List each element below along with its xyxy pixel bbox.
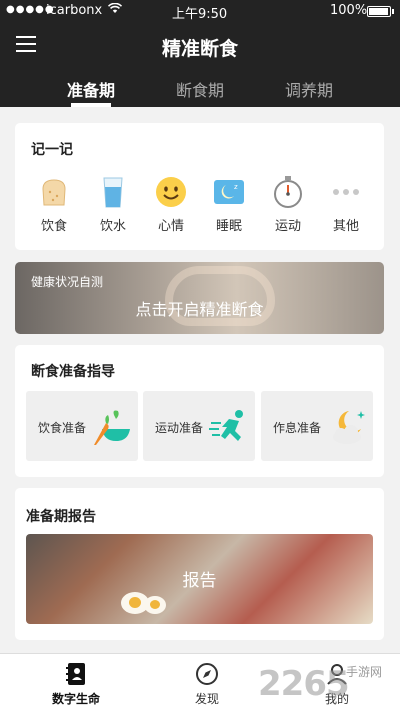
- prep-item-label: 运动准备: [155, 421, 204, 435]
- page-title: 精准断食: [161, 38, 238, 60]
- report-card-title: 准备期报告: [26, 509, 96, 525]
- battery-percent: 100%: [330, 3, 368, 18]
- record-item-label: 饮食: [40, 219, 67, 234]
- prep-item-label: 饮食准备: [38, 421, 87, 435]
- banner-text: 点击开启精准断食: [135, 300, 264, 319]
- watermark-logo: 2265: [258, 664, 350, 704]
- record-item-label: 饮水: [99, 219, 126, 234]
- running-icon: [209, 407, 249, 447]
- egg-yolk: [150, 600, 160, 609]
- banner-subtitle: 健康状况自测: [31, 275, 104, 289]
- report-image-button[interactable]: 报告: [26, 534, 373, 624]
- record-item-sleep[interactable]: z 睡眠: [204, 175, 254, 234]
- record-item-label: 心情: [157, 219, 184, 234]
- prep-guide-card: 断食准备指导 饮食准备 运动准备 作息准备: [15, 345, 384, 477]
- tab-preparation[interactable]: 准备期: [46, 77, 136, 101]
- record-item-label: 运动: [274, 219, 301, 234]
- carrier-name: icarbonx: [46, 3, 103, 18]
- tab-indicator: [71, 103, 111, 107]
- egg-yolk: [129, 597, 141, 608]
- nav-discover[interactable]: 发现: [167, 662, 247, 707]
- nav-label: 发现: [194, 692, 219, 706]
- phone-book-icon: [64, 662, 88, 686]
- fasting-start-banner[interactable]: 健康状况自测 点击开启精准断食: [15, 262, 384, 334]
- more-icon: [329, 175, 363, 209]
- svg-text:z: z: [234, 183, 238, 191]
- wifi-icon: [107, 2, 123, 17]
- record-item-other[interactable]: 其他: [321, 175, 371, 234]
- record-card-title: 记一记: [31, 142, 73, 158]
- record-item-food[interactable]: 饮食: [29, 175, 79, 234]
- battery-tip: [392, 9, 394, 14]
- compass-icon: [195, 662, 219, 686]
- prep-item-diet[interactable]: 饮食准备: [26, 391, 138, 461]
- tab-fasting[interactable]: 断食期: [155, 77, 245, 101]
- moon-cloud-icon: [327, 407, 367, 447]
- nav-label: 数字生命: [51, 692, 100, 706]
- smiley-icon: [154, 175, 188, 209]
- sleep-icon: z: [212, 175, 246, 209]
- prep-item-label: 作息准备: [273, 421, 322, 435]
- record-card: 记一记 饮食 饮水 心情 z 睡眠 运动 其他: [15, 123, 384, 250]
- stopwatch-icon: [271, 175, 305, 209]
- tab-recovery[interactable]: 调养期: [264, 77, 354, 101]
- bread-icon: [37, 175, 71, 209]
- top-bar: ●●●●● icarbonx 上午9:50 100% 精准断食 准备期 断食期 …: [0, 0, 400, 107]
- status-time: 上午9:50: [172, 7, 228, 22]
- record-item-label: 睡眠: [215, 219, 242, 234]
- watermark-subtext: 手游网: [346, 665, 383, 679]
- record-item-label: 其他: [332, 219, 359, 234]
- record-item-water[interactable]: 饮水: [88, 175, 138, 234]
- vegetable-bowl-icon: [92, 407, 132, 447]
- water-glass-icon: [96, 175, 130, 209]
- nav-digital-life[interactable]: 数字生命: [36, 662, 116, 707]
- report-label: 报告: [182, 571, 217, 591]
- prep-item-schedule[interactable]: 作息准备: [261, 391, 373, 461]
- record-item-mood[interactable]: 心情: [146, 175, 196, 234]
- record-item-exercise[interactable]: 运动: [263, 175, 313, 234]
- status-bar: ●●●●● icarbonx 上午9:50 100%: [0, 0, 400, 22]
- prep-card-title: 断食准备指导: [31, 364, 115, 380]
- battery-icon: [367, 6, 391, 17]
- prep-item-exercise[interactable]: 运动准备: [143, 391, 255, 461]
- report-card: 准备期报告 报告: [15, 488, 384, 640]
